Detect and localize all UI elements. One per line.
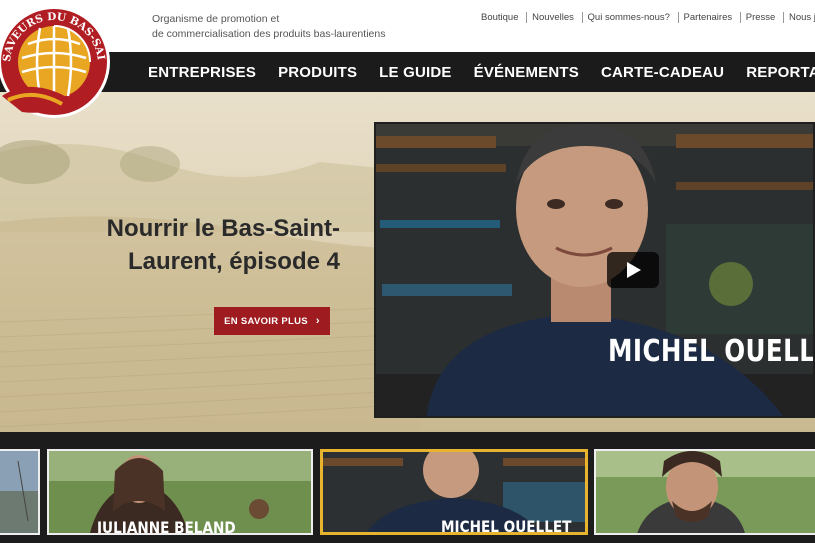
video-caption: MICHEL OUELLET bbox=[608, 334, 815, 369]
site-tagline: Organisme de promotion et de commerciali… bbox=[152, 12, 385, 42]
nav-item-produits[interactable]: PRODUITS bbox=[278, 64, 357, 81]
util-link-qui-sommes-nous[interactable]: Qui sommes-nous? bbox=[581, 12, 675, 23]
hero-title-line-2: Laurent, épisode 4 bbox=[127, 248, 340, 275]
nav-item-carte-cadeau[interactable]: CARTE-CADEAU bbox=[601, 64, 724, 81]
site-header: Organisme de promotion et de commerciali… bbox=[0, 0, 815, 52]
util-link-nous-joindre[interactable]: Nous joindre bbox=[782, 12, 815, 23]
en-savoir-plus-button[interactable]: EN SAVOIR PLUS › bbox=[214, 307, 330, 335]
thumbnail-image bbox=[596, 451, 815, 533]
nav-item-entreprises[interactable]: ENTREPRISES bbox=[148, 64, 256, 81]
hero-title: Nourrir le Bas-Saint- Laurent, épisode 4 bbox=[40, 212, 340, 278]
util-link-partenaires[interactable]: Partenaires bbox=[677, 12, 738, 23]
chevron-right-icon: › bbox=[315, 315, 320, 327]
cta-label: EN SAVOIR PLUS bbox=[224, 315, 308, 327]
video-thumbnail-3-active[interactable]: MICHEL OUELLET bbox=[320, 449, 588, 535]
util-link-boutique[interactable]: Boutique bbox=[481, 12, 524, 23]
hero-title-line-1: Nourrir le Bas-Saint- bbox=[106, 215, 340, 242]
site-logo[interactable]: SAVEURS DU BAS-SAINT-LAURENT bbox=[0, 4, 114, 124]
nav-item-le-guide[interactable]: LE GUIDE bbox=[379, 64, 451, 81]
video-thumbnail-4[interactable] bbox=[594, 449, 815, 535]
video-thumbnail-2[interactable]: JULIANNE BELAND bbox=[47, 449, 313, 535]
nav-item-evenements[interactable]: ÉVÉNEMENTS bbox=[474, 64, 579, 81]
video-thumbnail-1[interactable] bbox=[0, 449, 40, 535]
video-frame-image bbox=[376, 124, 813, 416]
utility-nav: Boutique Nouvelles Qui sommes-nous? Part… bbox=[481, 12, 815, 23]
thumbnail-image bbox=[0, 451, 38, 533]
tagline-line-2: de commercialisation des produits bas-la… bbox=[152, 28, 386, 40]
tagline-line-1: Organisme de promotion et bbox=[152, 13, 280, 25]
play-button-icon[interactable] bbox=[607, 252, 659, 288]
hero-banner: Nourrir le Bas-Saint- Laurent, épisode 4… bbox=[0, 92, 815, 432]
main-nav: ENTREPRISES PRODUITS LE GUIDE ÉVÉNEMENTS… bbox=[0, 52, 815, 92]
util-link-presse[interactable]: Presse bbox=[739, 12, 781, 23]
video-player[interactable]: MICHEL OUELLET bbox=[374, 122, 815, 418]
video-thumbnail-strip: JULIANNE BELAND MICHEL OUELLET bbox=[0, 432, 815, 543]
thumbnail-caption: MICHEL OUELLET bbox=[441, 517, 572, 535]
util-link-nouvelles[interactable]: Nouvelles bbox=[526, 12, 579, 23]
nav-item-reportages[interactable]: REPORTAGES bbox=[746, 64, 815, 81]
thumbnail-caption: JULIANNE BELAND bbox=[97, 518, 236, 535]
